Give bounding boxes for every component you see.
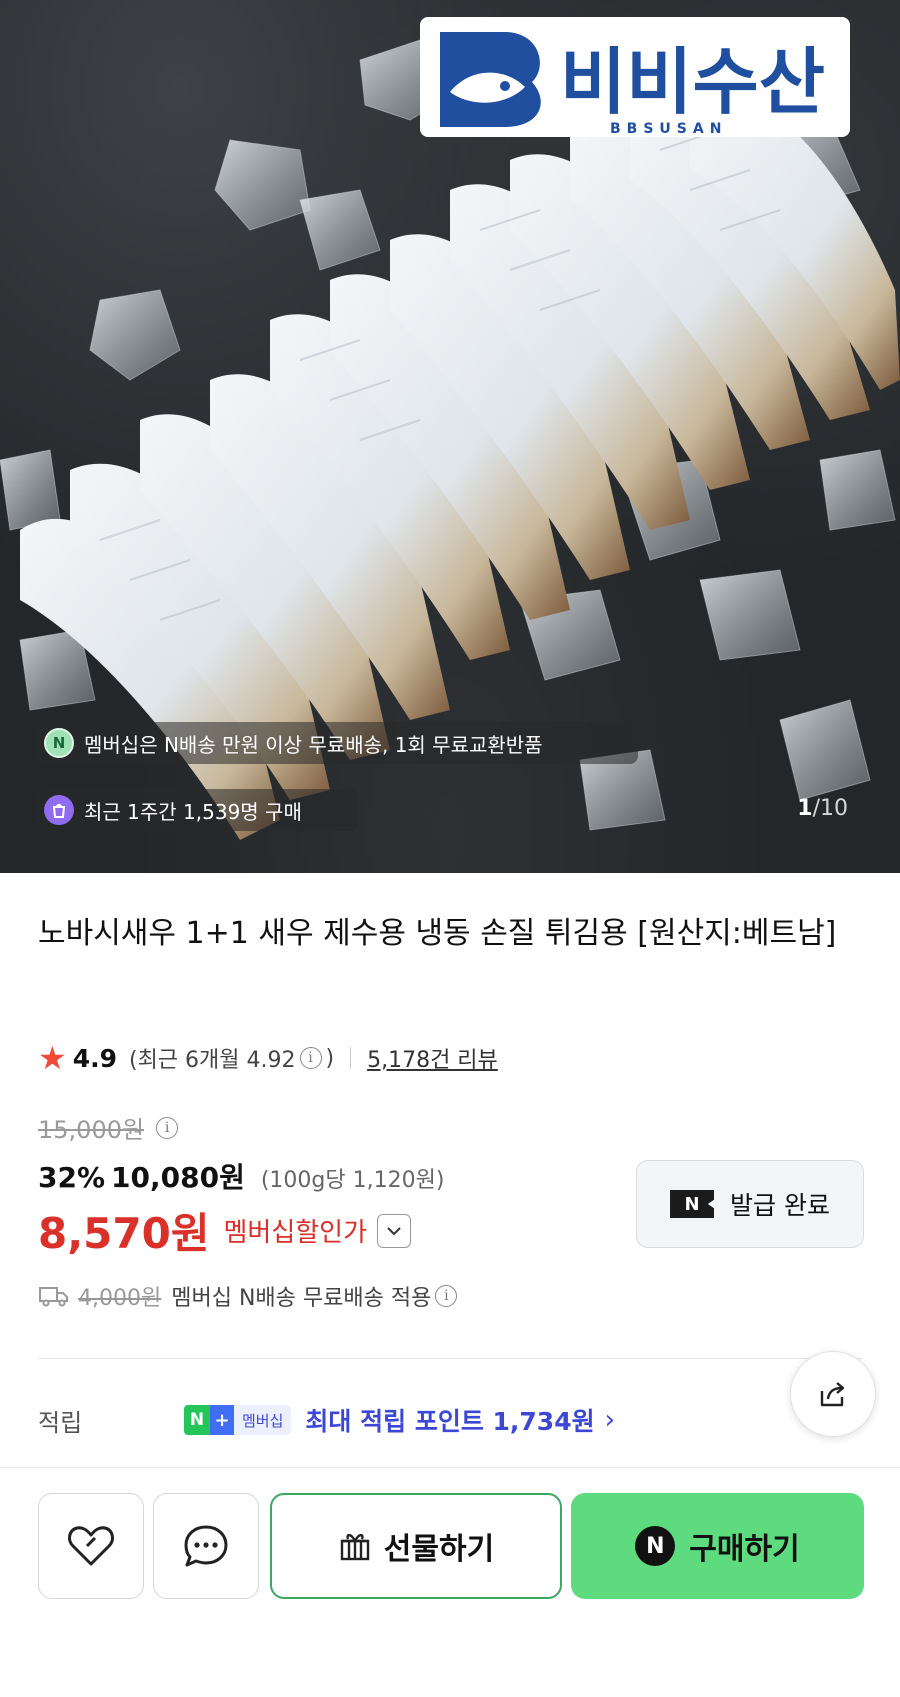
- unit-price: (100g당 1,120원): [260, 1168, 445, 1193]
- product-title: 노바시새우 1+1 새우 제수용 냉동 손질 튀김용 [원산지:베트남]: [38, 916, 837, 951]
- divider: [350, 1047, 352, 1069]
- recent-buyers-text: 최근 1주간 1,539명 구매: [84, 799, 302, 824]
- info-icon[interactable]: i: [156, 1116, 179, 1139]
- gift-icon: [340, 1533, 369, 1561]
- points-row[interactable]: 적립 N + 멤버십 최대 적립 포인트 1,734원 ›: [38, 1400, 758, 1440]
- shopping-bag-icon: [44, 795, 74, 825]
- recent-buyers-notice: 최근 1주간 1,539명 구매: [38, 789, 358, 831]
- original-shipping-fee: 4,000원: [78, 1286, 162, 1311]
- share-icon: [820, 1382, 845, 1407]
- heart-icon: [68, 1526, 114, 1566]
- product-image[interactable]: 비비수산 BBSUSAN N 멤버십은 N배송 만원 이상 무료배송, 1회 무…: [0, 0, 900, 873]
- original-price-row: 15,000원 i: [38, 1110, 182, 1145]
- share-button[interactable]: [790, 1351, 876, 1437]
- shipping-row: 4,000원 멤버십 N배송 무료배송 적용 i: [38, 1280, 461, 1312]
- member-price: 8,570원: [38, 1209, 210, 1258]
- action-bar-divider: [0, 1467, 900, 1468]
- sale-price: 10,080원: [111, 1161, 245, 1194]
- membership-notice: N 멤버십은 N배송 만원 이상 무료배송, 1회 무료교환반품: [38, 722, 638, 764]
- review-count-link[interactable]: 5,178건 리뷰: [367, 1042, 498, 1074]
- section-divider: [38, 1358, 862, 1359]
- points-label: 적립: [38, 1408, 83, 1437]
- coupon-issued-button[interactable]: N 발급 완료: [636, 1160, 864, 1248]
- svg-text:BBSUSAN: BBSUSAN: [610, 121, 727, 137]
- shipping-text: 멤버십 N배송 무료배송 적용: [171, 1286, 432, 1311]
- original-price: 15,000원: [38, 1116, 145, 1144]
- rating-row: ★ 4.9 (최근 6개월 4.92 i ) 5,178건 리뷰: [38, 1040, 498, 1076]
- buy-label: 구매하기: [689, 1532, 800, 1567]
- naver-pay-icon: N: [635, 1526, 676, 1566]
- chevron-down-icon[interactable]: [377, 1213, 412, 1248]
- buy-button[interactable]: N 구매하기: [571, 1493, 864, 1599]
- svg-text:비비수산: 비비수산: [560, 40, 825, 124]
- naver-coupon-icon: N: [670, 1190, 715, 1218]
- rating-value: 4.9: [72, 1043, 117, 1073]
- gift-label: 선물하기: [383, 1532, 495, 1567]
- info-icon[interactable]: i: [299, 1047, 322, 1069]
- info-icon[interactable]: i: [435, 1285, 458, 1307]
- image-pager: 1/10: [797, 796, 848, 821]
- truck-icon: [39, 1287, 68, 1307]
- chat-bubble-icon: [184, 1525, 228, 1567]
- naver-n-icon: N: [44, 728, 74, 758]
- gift-button[interactable]: 선물하기: [270, 1493, 562, 1599]
- max-points-text: 최대 적립 포인트 1,734원: [305, 1407, 595, 1436]
- wishlist-button[interactable]: [38, 1493, 144, 1599]
- sale-price-row: 32% 10,080원 (100g당 1,120원): [38, 1156, 444, 1196]
- discount-rate: 32%: [38, 1161, 106, 1194]
- rating-recent: (최근 6개월 4.92: [128, 1048, 296, 1073]
- membership-notice-text: 멤버십은 N배송 만원 이상 무료배송, 1회 무료교환반품: [84, 732, 543, 757]
- member-price-label: 멤버십할인가: [223, 1218, 368, 1248]
- naver-plus-membership-badge: N + 멤버십: [184, 1405, 292, 1435]
- talk-talk-button[interactable]: [153, 1493, 259, 1599]
- member-price-row: 8,570원 멤버십할인가: [38, 1200, 412, 1261]
- rating-recent-close: ): [325, 1045, 335, 1071]
- brand-logo: 비비수산 BBSUSAN: [420, 17, 850, 137]
- star-icon: ★: [38, 1039, 67, 1077]
- coupon-label: 발급 완료: [730, 1191, 830, 1220]
- chevron-right-icon: ›: [604, 1405, 616, 1435]
